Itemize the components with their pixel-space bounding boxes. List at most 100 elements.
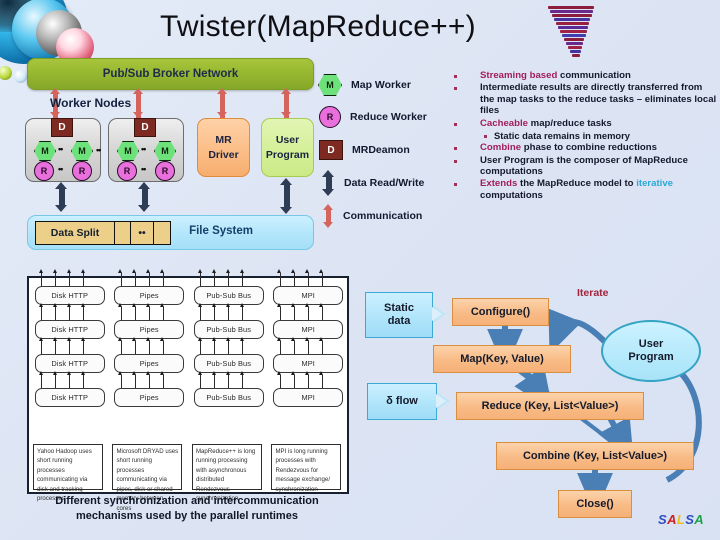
bullet-text: Intermediate results are directly transf… [480,82,717,117]
map-worker-badge: M [154,141,176,161]
runtime-description: MapReduce++ is long running processing w… [191,444,262,502]
flow-line [279,375,281,389]
flow-line [69,375,70,389]
worker-nodes-label: Worker Nodes [50,96,132,110]
flow-line [228,273,229,287]
flow-arrow-icon [319,303,324,307]
mrdeamon-badge-1: D [51,118,73,137]
flow-arrow-icon [305,269,310,273]
flow-line [55,307,56,321]
tornado-icon [548,6,610,58]
flow-arrow-icon [239,269,244,273]
runtime-column: Pub-Sub Bus Pub-Sub Bus Pub-Sub Bus Pub-Sub… [188,269,268,502]
salsa-letter: A [694,512,705,527]
flow-arrow-icon [277,371,282,375]
legend-label: Map Worker [351,79,411,91]
node-link-dots: •• [96,145,101,155]
flow-arrow-icon [211,337,216,341]
flow-arrow-icon [80,371,85,375]
flow-line [293,375,295,389]
bullet-item: Streaming based communication [450,70,718,81]
flow-line [134,307,136,321]
map-worker-badge: M [71,141,93,161]
data-split-row: Data Split •• [35,221,171,245]
bullet-text: Streaming based [480,70,560,81]
flow-line [242,307,243,321]
mr-driver-line1: MR [215,134,232,147]
flow-line [162,307,164,321]
flow-arrow-icon [225,337,230,341]
flow-line [162,375,164,389]
flow-arrow-icon [146,303,151,307]
data-split-cell: •• [131,222,154,244]
flow-line [134,341,136,355]
flow-arrow-icon [132,303,137,307]
flow-line [41,307,42,321]
user-program-ellipse-line1: User [638,337,664,350]
flow-line [214,341,215,355]
flow-line [69,341,70,355]
static-data-chevron-icon [432,305,446,323]
flow-line [228,341,229,355]
flow-arrow-icon [52,371,57,375]
flow-line [279,273,281,287]
page-title: Twister(MapReduce++) [160,10,476,43]
flow-line [120,273,122,287]
delta-flow-box: δ flow [367,383,437,420]
bullet-text: Cacheable [480,117,531,129]
static-data-line2: data [387,315,411,327]
flow-arrow-icon [277,303,282,307]
runtime-comparison-figure: Disk HTTP Disk HTTP Disk HTTP Disk HTTP Yaho… [27,269,349,512]
salsa-letter: S [685,512,695,527]
flow-line [228,375,229,389]
delta-flow-chevron-icon [436,392,450,410]
flow-line [279,341,281,355]
flow-line [321,375,323,389]
flow-arrow-icon [211,269,216,273]
legend-label: Communication [343,210,423,222]
flow-line [162,341,164,355]
bullet-item: Intermediate results are directly transf… [450,82,718,116]
runtime-bus-cell: Pipes [114,388,185,407]
flow-arrow-icon [66,337,71,341]
flow-line [148,375,150,389]
flow-line [200,375,201,389]
data-read-write-arrow-icon [322,170,335,196]
runtime-description: MPI is long running processes with Rende… [271,444,342,493]
flow-line [83,375,84,389]
bullet-item: User Program is the composer of MapReduc… [450,155,718,178]
iterate-label: Iterate [577,287,609,299]
flow-line [55,273,56,287]
reduce-box: Reduce (Key, List<Value>) [456,392,644,420]
salsa-letter: S [658,512,668,527]
user-program-ellipse-line2: Program [628,351,674,363]
flow-arrow-icon [146,269,151,273]
flow-line [200,341,201,355]
flow-arrow-icon [132,371,137,375]
flow-arrow-icon [291,303,296,307]
flow-line [307,307,309,321]
mrdeamon-badge-2: D [134,118,156,137]
flow-arrow-icon [225,269,230,273]
bullet-text: phase to combine reductions [523,142,657,154]
map-link-dots: •• [58,144,63,154]
flow-arrow-icon [239,371,244,375]
flow-arrow-icon [160,303,165,307]
flow-line [41,375,42,389]
legend-label: Data Read/Write [344,177,425,189]
figure-caption: Different synchronization and intercommu… [20,494,354,525]
bullet-item: Extends the MapReduce model to iterative… [450,178,718,201]
data-rw-arrow-node1 [55,182,68,212]
flow-arrow-icon [80,337,85,341]
flow-arrow-icon [146,337,151,341]
figure-caption-line2: mechanisms used by the parallel runtimes [76,510,298,523]
flow-arrow-icon [197,371,202,375]
salsa-logo: SALSA [658,512,704,527]
user-program-ellipse: User Program [601,320,701,382]
static-data-box: Static data [365,292,433,338]
flow-arrow-icon [66,269,71,273]
data-split-cell [154,222,170,244]
flow-line [307,341,309,355]
user-program-line1: User [275,134,300,147]
flow-arrow-icon [118,303,123,307]
